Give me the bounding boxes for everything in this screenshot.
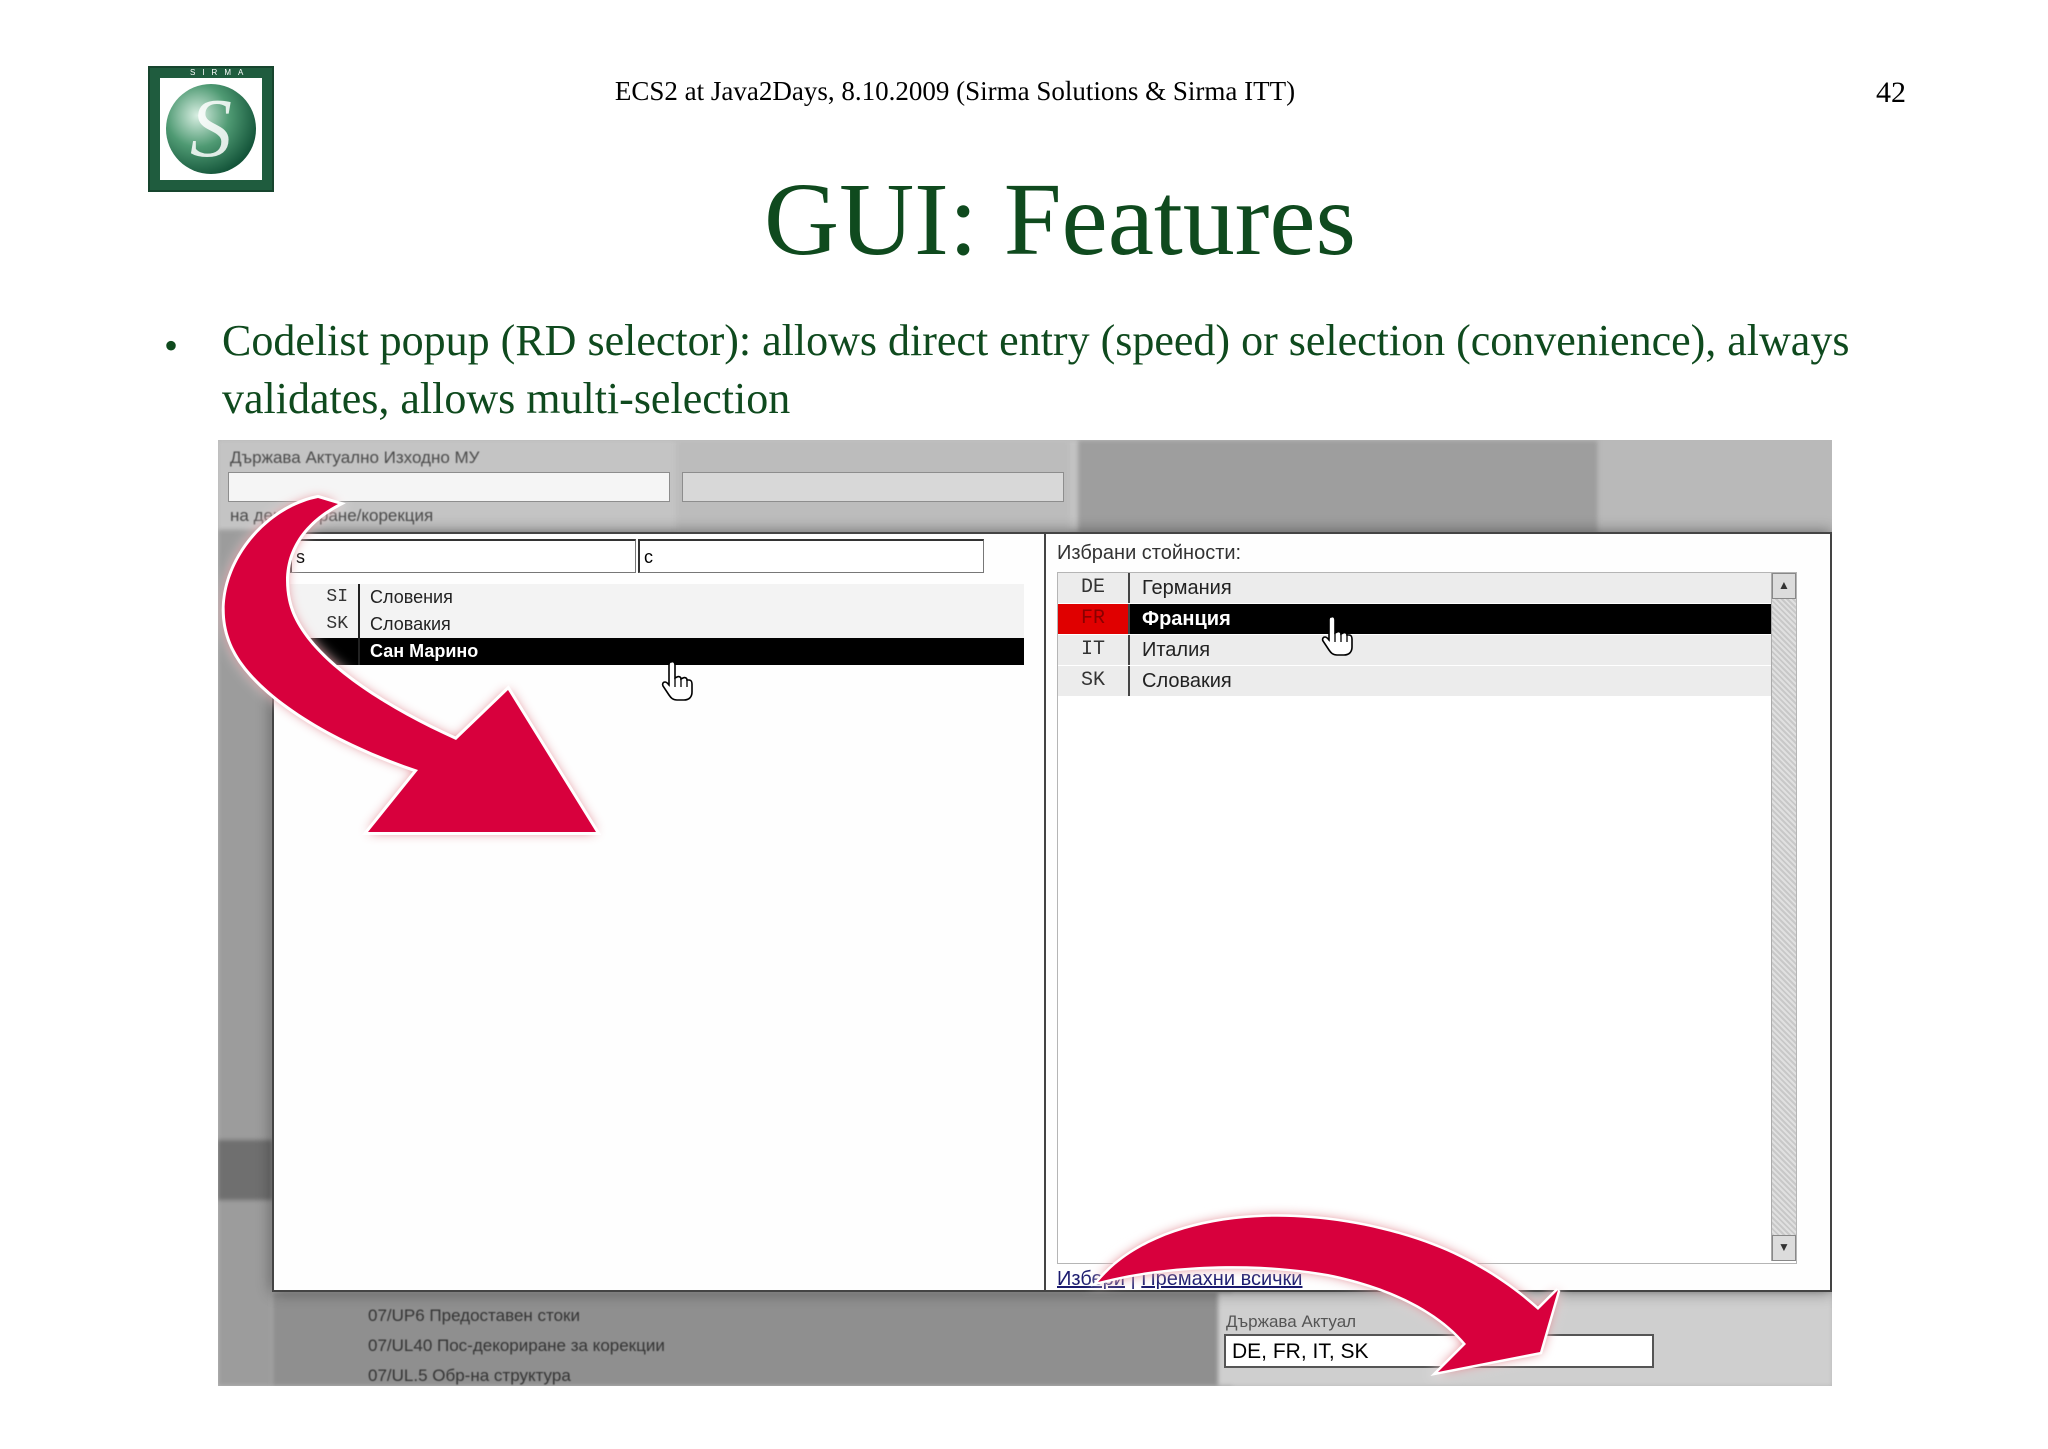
selected-code: SK (1080, 669, 1105, 692)
column-separator (358, 611, 360, 638)
app-screenshot: Държава Актуално Изходно МУ на декларира… (218, 440, 1832, 1386)
bg-row-2: 07/UL40 Пос-декориране за корекции (368, 1336, 665, 1355)
selected-values-pane: Избрани стойности: DE Германия FR Франци… (1047, 534, 1830, 1290)
arrow-up-icon[interactable]: ▲ (1772, 573, 1796, 599)
popup-links: Избери | Премахни всички (1057, 1268, 1302, 1291)
scrollbar[interactable]: ▲ ▼ (1771, 573, 1796, 1261)
column-separator (1128, 666, 1130, 696)
selected-code: DE (1080, 576, 1105, 599)
selected-name: Италия (1142, 639, 1211, 661)
column-separator (358, 638, 360, 665)
hand-pointer-icon (1321, 615, 1353, 656)
sirma-logo: S SIRMA (148, 66, 274, 192)
select-link[interactable]: Избери (1057, 1268, 1125, 1290)
code-filter-input[interactable]: s (290, 539, 636, 573)
name-filter-input[interactable]: c (638, 539, 984, 573)
link-separator: | (1130, 1268, 1136, 1290)
selected-code: IT (1080, 638, 1105, 661)
selected-values-list: DE Германия FR Франция IT Италия SK Слов… (1057, 572, 1797, 1264)
selected-name: Словакия (1142, 670, 1232, 692)
slide-title: GUI: Features (763, 162, 1357, 277)
selected-row[interactable]: DE Германия (1058, 573, 1772, 603)
selected-row-highlighted[interactable]: FR Франция (1058, 604, 1772, 634)
remove-all-link[interactable]: Премахни всички (1141, 1268, 1302, 1290)
column-separator (1128, 635, 1130, 665)
hand-pointer-icon (661, 660, 693, 701)
selected-values-label: Избрани стойности: (1057, 542, 1242, 564)
codelist-popup: s c SI Словения SK Словакия SM Сан Марин… (272, 532, 1832, 1292)
option-name: Словакия (370, 614, 451, 634)
bullet-dot: • (164, 323, 179, 368)
column-separator (1128, 573, 1130, 603)
option-row[interactable]: SI Словения (290, 584, 1024, 611)
option-code: SI (326, 587, 348, 607)
option-row-selected[interactable]: SM Сан Марино (290, 638, 1024, 665)
codelist-options-pane: s c SI Словения SK Словакия SM Сан Марин… (274, 534, 1044, 1290)
selected-code: FR (1058, 604, 1128, 634)
option-name: Словения (370, 587, 453, 607)
bottom-field-label: Държава Актуал (1226, 1312, 1357, 1331)
option-code: SM (326, 641, 348, 661)
option-name: Сан Марино (370, 641, 479, 661)
column-separator (358, 584, 360, 611)
country-result-field[interactable]: DE, FR, IT, SK (1224, 1334, 1654, 1368)
option-row[interactable]: SK Словакия (290, 611, 1024, 638)
conference-header: ECS2 at Java2Days, 8.10.2009 (Sirma Solu… (614, 76, 1296, 106)
bg-field-label-1: Държава Актуално Изходно МУ (230, 448, 480, 467)
bullet-text: Codelist popup (RD selector): allows dir… (222, 316, 1850, 423)
bg-field-label-2: на деклариране/корекция (230, 506, 434, 525)
logo-text: SIRMA (190, 68, 251, 77)
column-separator (1128, 604, 1130, 634)
selected-row[interactable]: IT Италия (1058, 635, 1772, 665)
pane-divider (1044, 534, 1046, 1290)
page-number: 42 (1876, 76, 1906, 109)
selected-name: Франция (1142, 608, 1231, 630)
arrow-down-icon[interactable]: ▼ (1772, 1235, 1796, 1261)
option-code: SK (326, 614, 348, 634)
bg-row-3: 07/UL.5 Обр-на структура (368, 1366, 571, 1385)
selected-row[interactable]: SK Словакия (1058, 666, 1772, 696)
bg-row-1: 07/UP6 Предоставен стоки (368, 1306, 580, 1325)
logo-emblem-icon: S (166, 84, 256, 174)
bg-field-input-1[interactable] (228, 472, 670, 502)
bg-field-input-2[interactable] (682, 472, 1064, 502)
selected-name: Германия (1142, 577, 1232, 599)
